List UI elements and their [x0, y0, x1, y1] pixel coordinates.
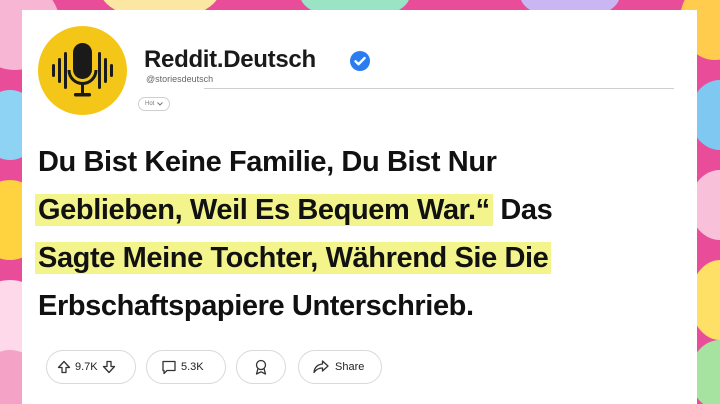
- share-icon: [313, 360, 329, 374]
- title-line-3: Sagte Meine Tochter, Während Sie Die: [35, 234, 688, 282]
- award-button[interactable]: [236, 350, 286, 384]
- title-highlight-3: Sagte Meine Tochter, Während Sie Die: [35, 242, 552, 274]
- chevron-down-icon: [157, 102, 164, 106]
- comments-button[interactable]: 5.3K: [146, 350, 226, 384]
- divider: [204, 88, 674, 89]
- title-line-2-rest: Das: [492, 194, 553, 226]
- award-icon: [255, 359, 267, 375]
- downvote-icon[interactable]: [102, 360, 116, 374]
- verified-check-icon: [350, 51, 370, 71]
- comment-count: 5.3K: [181, 361, 204, 373]
- share-label: Share: [335, 361, 365, 373]
- post-card: Reddit.Deutsch @storiesdeutsch Hot Du Bi…: [22, 10, 697, 404]
- avatar[interactable]: [38, 26, 127, 115]
- sort-dropdown[interactable]: Hot: [138, 97, 171, 111]
- post-title: Du Bist Keine Familie, Du Bist Nur Gebli…: [35, 138, 688, 330]
- vote-control: 9.7K: [46, 350, 136, 384]
- author-name[interactable]: Reddit.Deutsch: [144, 46, 316, 74]
- comment-icon: [162, 360, 176, 374]
- author-handle: @storiesdeutsch: [146, 74, 214, 84]
- title-line-2: Geblieben, Weil Es Bequem War.“ Das: [35, 186, 688, 234]
- upvote-count: 9.7K: [75, 361, 98, 373]
- share-button[interactable]: Share: [298, 350, 382, 384]
- title-highlight: Geblieben, Weil Es Bequem War.“: [35, 194, 493, 226]
- title-line-4: Erbschaftspapiere Unterschrieb.: [38, 290, 474, 322]
- title-line-1: Du Bist Keine Familie, Du Bist Nur: [38, 146, 497, 178]
- microphone-soundwave-icon: [52, 43, 113, 97]
- sort-label: Hot: [145, 101, 155, 107]
- upvote-icon[interactable]: [57, 360, 71, 374]
